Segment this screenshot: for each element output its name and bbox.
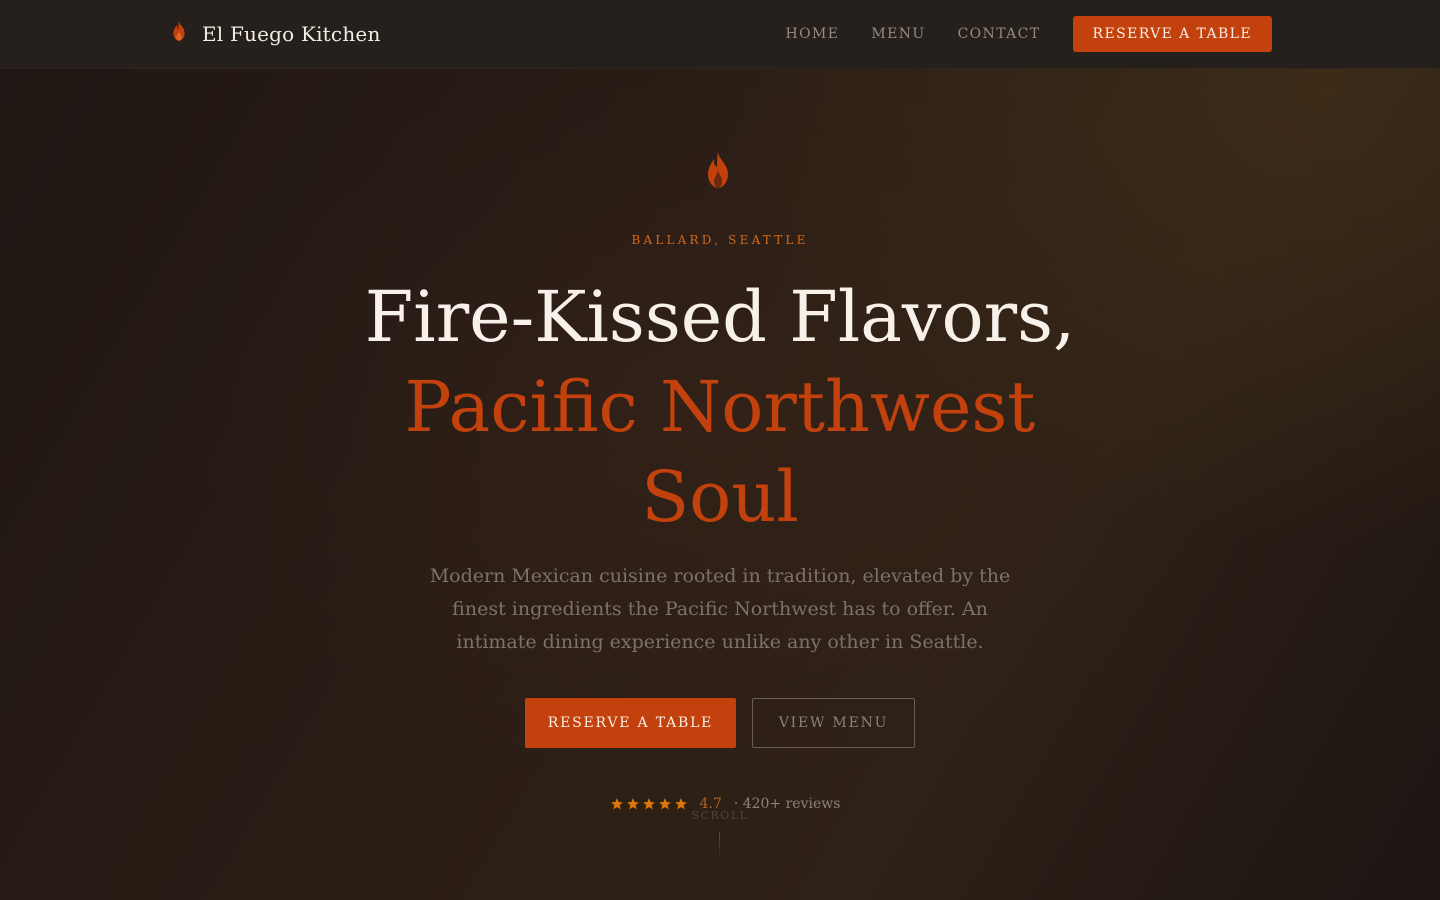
hero-section: El Fuego Kitchen HOME MENU CONTACT RESER… [0,0,1440,900]
flame-icon [173,21,185,41]
view-menu-button[interactable]: VIEW MENU [752,698,915,748]
scroll-line [719,832,720,860]
headline-line-3: Soul [641,456,799,538]
nav-home-link[interactable]: HOME [786,26,840,42]
hero-buttons: RESERVE A TABLE VIEW MENU [0,698,1440,748]
flame-icon [708,152,728,188]
nav-reserve-button[interactable]: RESERVE A TABLE [1072,16,1272,52]
brand-logo[interactable]: El Fuego Kitchen [172,17,381,51]
headline-line-2: Pacific Northwest [404,366,1036,448]
scroll-label[interactable]: SCROLL [0,809,1440,822]
hero-headline: Fire-Kissed Flavors, Pacific Northwest S… [0,272,1440,542]
brand-name: El Fuego Kitchen [202,22,381,46]
location-label: BALLARD, SEATTLE [631,233,809,247]
top-navbar: El Fuego Kitchen HOME MENU CONTACT RESER… [0,0,1440,69]
nav-contact-link[interactable]: CONTACT [958,26,1041,42]
headline-line-1: Fire-Kissed Flavors, [364,276,1076,358]
hero-tagline: Modern Mexican cuisine rooted in traditi… [429,565,1011,653]
nav-links: HOME MENU CONTACT RESERVE A TABLE [786,0,1272,68]
nav-menu-link[interactable]: MENU [871,26,925,42]
reserve-table-button[interactable]: RESERVE A TABLE [525,698,736,748]
